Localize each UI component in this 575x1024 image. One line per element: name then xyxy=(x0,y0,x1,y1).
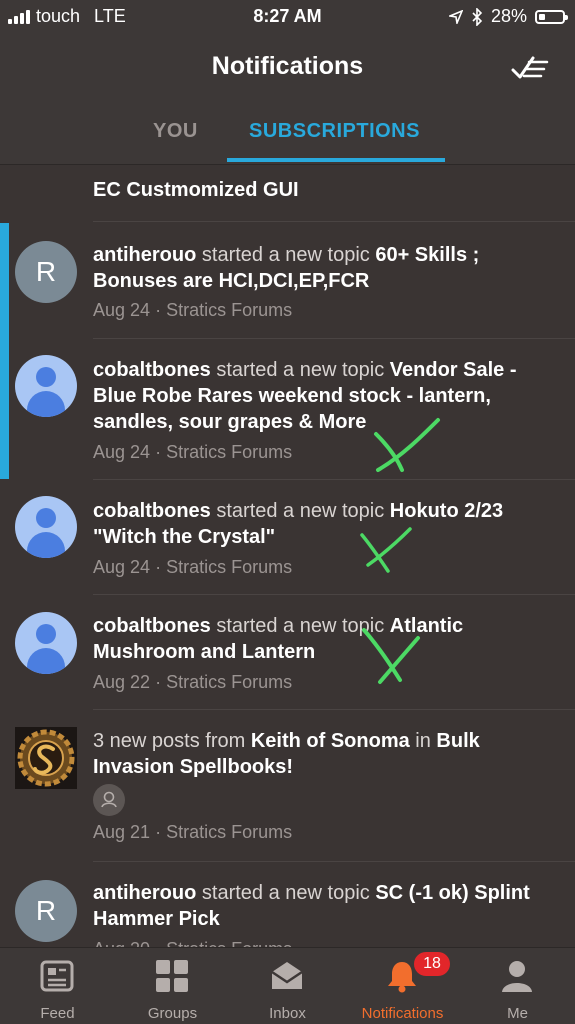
date: Aug 21 xyxy=(93,822,151,842)
list-item[interactable]: 3 new posts from Keith of Sonoma in Bulk… xyxy=(0,709,575,861)
location-icon xyxy=(448,9,463,24)
action-text: started a new topic xyxy=(210,500,390,522)
user-icon xyxy=(36,367,56,387)
date: Aug 22 xyxy=(93,672,151,692)
action-text: started a new topic xyxy=(196,244,376,266)
source: Stratics Forums xyxy=(166,442,293,462)
meta-separator: · xyxy=(150,442,167,462)
inbox-icon xyxy=(271,962,303,989)
author[interactable]: cobaltbones xyxy=(93,615,211,637)
notification-text: antiherouo started a new topic SC (-1 ok… xyxy=(93,880,553,932)
meta-separator: · xyxy=(150,672,167,692)
notification-text: 3 new posts from Keith of Sonoma in Bulk… xyxy=(93,728,553,780)
prefix-text: 3 new posts from xyxy=(93,730,251,752)
meta-separator: · xyxy=(150,822,167,842)
notification-text: antiherouo started a new topic 60+ Skill… xyxy=(93,242,553,294)
date: Aug 24 xyxy=(93,557,151,577)
profile-icon xyxy=(502,961,532,992)
check-mark-annotation xyxy=(360,527,412,573)
tab-label: Me xyxy=(507,1005,528,1022)
source: Stratics Forums xyxy=(166,822,293,842)
source: Stratics Forums xyxy=(166,557,293,577)
author[interactable]: Keith of Sonoma xyxy=(251,730,410,752)
meta: Aug 24 · Stratics Forums xyxy=(93,442,292,463)
participant-avatar[interactable] xyxy=(93,784,125,816)
meta: Aug 21 · Stratics Forums xyxy=(93,822,292,843)
notification-list[interactable]: EC Custmomized GUI R antiherouo started … xyxy=(0,165,575,948)
status-right: 28% xyxy=(448,6,568,27)
page-title: Notifications xyxy=(211,52,364,80)
tab-notifications[interactable]: 18 Notifications xyxy=(345,948,460,1024)
bluetooth-icon xyxy=(472,7,483,26)
source: Stratics Forums xyxy=(166,300,293,320)
notification-badge: 18 xyxy=(412,950,452,978)
date: Aug 24 xyxy=(93,300,151,320)
notification-text: cobaltbones started a new topic Atlantic… xyxy=(93,613,553,665)
check-mark-annotation xyxy=(374,418,440,472)
meta: Aug 24 · Stratics Forums xyxy=(93,300,292,321)
status-bar: touch LTE 8:27 AM 28% xyxy=(0,0,575,34)
meta-separator: · xyxy=(150,300,167,320)
tab-label: Feed xyxy=(40,1005,75,1022)
avatar[interactable] xyxy=(15,612,77,674)
list-item[interactable]: cobaltbones started a new topic Vendor S… xyxy=(0,338,575,479)
tab-inbox[interactable]: Inbox xyxy=(230,948,345,1024)
groups-icon xyxy=(156,960,188,992)
notification-text: cobaltbones started a new topic Hokuto 2… xyxy=(93,498,553,550)
user-outline-icon xyxy=(101,791,117,808)
bottom-tab-bar: Feed Groups Inbox 18 Notifications Me xyxy=(0,947,575,1024)
author[interactable]: antiherouo xyxy=(93,882,196,904)
meta: Aug 24 · Stratics Forums xyxy=(93,557,292,578)
author[interactable]: cobaltbones xyxy=(93,500,211,522)
tab-groups[interactable]: Groups xyxy=(115,948,230,1024)
avatar[interactable]: R xyxy=(15,241,77,303)
segment-tabs: YOU SUBSCRIPTIONS xyxy=(0,100,575,165)
meta: Aug 22 · Stratics Forums xyxy=(93,672,292,693)
tab-subscriptions[interactable]: SUBSCRIPTIONS xyxy=(249,120,420,143)
tab-label: Notifications xyxy=(361,1005,444,1022)
list-item[interactable]: cobaltbones started a new topic Hokuto 2… xyxy=(0,479,575,594)
action-text: in xyxy=(409,730,437,752)
action-text: started a new topic xyxy=(196,882,376,904)
tab-label: Inbox xyxy=(269,1005,306,1022)
feed-icon xyxy=(40,960,74,992)
tab-feed[interactable]: Feed xyxy=(0,948,115,1024)
list-item[interactable]: R antiherouo started a new topic 60+ Ski… xyxy=(0,221,575,338)
battery-icon xyxy=(535,9,568,24)
tab-me[interactable]: Me xyxy=(460,948,575,1024)
list-item[interactable]: R antiherouo started a new topic SC (-1 … xyxy=(0,861,575,948)
tab-label: Groups xyxy=(147,1005,198,1022)
author[interactable]: antiherouo xyxy=(93,244,196,266)
check-mark-annotation xyxy=(362,628,420,684)
notification-text: cobaltbones started a new topic Vendor S… xyxy=(93,357,553,435)
user-icon xyxy=(36,508,56,528)
action-text: started a new topic xyxy=(210,359,390,381)
tab-you[interactable]: YOU xyxy=(153,120,198,143)
author[interactable]: cobaltbones xyxy=(93,359,211,381)
source: Stratics Forums xyxy=(166,672,293,692)
nav-header: Notifications xyxy=(0,34,575,101)
section-title: EC Custmomized GUI xyxy=(93,179,299,201)
avatar[interactable] xyxy=(15,727,77,789)
user-icon xyxy=(36,624,56,644)
avatar[interactable]: R xyxy=(15,880,77,942)
date: Aug 24 xyxy=(93,442,151,462)
meta-separator: · xyxy=(150,557,167,577)
avatar[interactable] xyxy=(15,496,77,558)
active-tab-indicator xyxy=(227,158,445,162)
forum-logo-icon xyxy=(17,729,75,787)
battery-percent: 28% xyxy=(490,6,527,26)
mark-all-read-icon[interactable] xyxy=(511,52,551,82)
list-item[interactable]: cobaltbones started a new topic Atlantic… xyxy=(0,594,575,709)
avatar[interactable] xyxy=(15,355,77,417)
